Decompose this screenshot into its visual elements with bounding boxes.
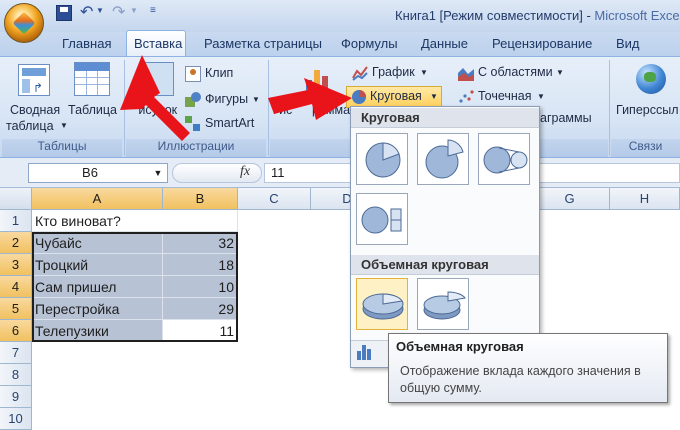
gallery-section-pie: Круговая [351, 108, 539, 128]
hyperlink-globe-icon [636, 64, 666, 94]
scatter-chart-icon [458, 89, 474, 105]
insert-function-icon[interactable]: fx [240, 164, 250, 180]
pie-of-pie-thumbnail[interactable] [478, 133, 530, 185]
document-title: Книга1 [Режим совместимости] - [395, 8, 595, 23]
cell-b5[interactable]: 29 [163, 298, 238, 320]
picture-icon [140, 62, 174, 96]
name-box[interactable]: B6 [28, 163, 168, 183]
row-header-8[interactable]: 8 [0, 364, 32, 386]
save-icon[interactable] [56, 5, 72, 21]
pivot-table-icon: ↱ [18, 64, 50, 96]
column-header-c[interactable]: C [238, 188, 311, 210]
row-header-9[interactable]: 9 [0, 386, 32, 408]
customize-toolbar-icon[interactable]: ≡ [150, 5, 156, 16]
tab-insert[interactable]: Вставка [134, 36, 182, 56]
scatter-dropdown-icon[interactable]: ▼ [537, 92, 545, 101]
office-button[interactable] [4, 3, 44, 43]
smartart-icon [185, 116, 201, 132]
tooltip-description: Отображение вклада каждого значения в об… [400, 364, 641, 395]
row-header-10[interactable]: 10 [0, 408, 32, 430]
graph-button[interactable]: График [372, 65, 415, 79]
shapes-button[interactable]: Фигуры [205, 92, 248, 106]
other-charts-button[interactable]: аграммы [540, 111, 592, 125]
window-title: Книга1 [Режим совместимости] - Microsoft… [395, 8, 680, 23]
cell-b6-active[interactable]: 11 [163, 320, 238, 342]
histogram-button-right[interactable]: рамма [312, 103, 350, 117]
hyperlink-button[interactable]: Гиперссыл [616, 103, 679, 117]
clip-icon [185, 66, 201, 82]
histogram-icon [306, 66, 328, 96]
cell-a1[interactable]: Кто виноват? [32, 210, 238, 232]
pivot-table-label-2[interactable]: таблица [6, 119, 54, 133]
pie-dropdown-icon[interactable]: ▼ [430, 92, 438, 101]
row-header-4[interactable]: 4 [0, 276, 32, 298]
tab-review[interactable]: Рецензирование [492, 36, 592, 56]
pie-2d-thumbnail[interactable] [356, 133, 408, 185]
tab-home[interactable]: Главная [62, 36, 111, 56]
table-button[interactable]: Таблица [68, 103, 117, 117]
pivot-dropdown-icon[interactable]: ▼ [60, 121, 68, 130]
group-separator [268, 60, 269, 156]
line-chart-icon [352, 65, 368, 81]
column-header-g[interactable]: G [530, 188, 610, 210]
all-chart-types-icon[interactable] [356, 344, 374, 360]
undo-icon[interactable]: ↶ [80, 2, 93, 22]
row-header-3[interactable]: 3 [0, 254, 32, 276]
tab-data[interactable]: Данные [421, 36, 468, 56]
row-header-1[interactable]: 1 [0, 210, 32, 232]
row-header-6[interactable]: 6 [0, 320, 32, 342]
area-chart-button[interactable]: С областями [478, 65, 553, 79]
shapes-dropdown-icon[interactable]: ▼ [252, 95, 260, 104]
group-label-tables: Таблицы [2, 139, 122, 157]
column-header-h[interactable]: H [610, 188, 680, 210]
group-label-links: Связи [611, 139, 680, 157]
cell-a2[interactable]: Чубайс [32, 232, 163, 254]
row-header-7[interactable]: 7 [0, 342, 32, 364]
name-box-dropdown-icon[interactable]: ▼ [150, 164, 166, 182]
cell-b4[interactable]: 10 [163, 276, 238, 298]
area-chart-icon [458, 65, 474, 81]
histogram-button-left[interactable]: Гис [273, 103, 292, 117]
pie-3d-thumbnail[interactable] [356, 278, 408, 330]
cell-a4[interactable]: Сам пришел [32, 276, 163, 298]
pie-button-label: Круговая [370, 89, 422, 103]
undo-dropdown-icon[interactable]: ▼ [96, 6, 104, 15]
redo-dropdown-icon[interactable]: ▼ [130, 6, 138, 15]
row-header-5[interactable]: 5 [0, 298, 32, 320]
name-box-value: B6 [82, 165, 98, 180]
area-dropdown-icon[interactable]: ▼ [556, 68, 564, 77]
clip-button[interactable]: Клип [205, 66, 233, 80]
bar-of-pie-thumbnail[interactable] [356, 193, 408, 245]
column-header-b[interactable]: B [163, 188, 238, 210]
cell-a5[interactable]: Перестройка [32, 298, 163, 320]
group-separator [124, 60, 125, 156]
cell-b3[interactable]: 18 [163, 254, 238, 276]
gallery-section-3d-pie: Объемная круговая [351, 255, 539, 275]
group-label-illustrations: Иллюстрации [126, 139, 266, 157]
group-separator [609, 60, 610, 156]
tooltip-title: Объемная круговая [396, 339, 524, 354]
pie-chart-icon [351, 89, 367, 105]
graph-dropdown-icon[interactable]: ▼ [420, 68, 428, 77]
row-header-2[interactable]: 2 [0, 232, 32, 254]
redo-icon[interactable]: ↷ [112, 2, 125, 22]
column-header-a[interactable]: A [32, 188, 163, 210]
cell-b2[interactable]: 32 [163, 232, 238, 254]
smartart-button[interactable]: SmartArt [205, 116, 254, 130]
tab-page-layout[interactable]: Разметка страницы [204, 36, 322, 56]
office-logo-icon [12, 11, 36, 35]
tab-view[interactable]: Вид [616, 36, 640, 56]
exploded-pie-3d-thumbnail[interactable] [417, 278, 469, 330]
cell-a6[interactable]: Телепузики [32, 320, 163, 342]
scatter-chart-button[interactable]: Точечная [478, 89, 532, 103]
table-icon [74, 62, 110, 96]
tab-formulas[interactable]: Формулы [341, 36, 398, 56]
app-name: Microsoft Excel [594, 8, 680, 23]
exploded-pie-thumbnail[interactable] [417, 133, 469, 185]
shapes-icon [185, 92, 201, 108]
select-all-corner[interactable] [0, 188, 32, 210]
pivot-table-label-1[interactable]: Сводная [10, 103, 60, 117]
cell-a3[interactable]: Троцкий [32, 254, 163, 276]
